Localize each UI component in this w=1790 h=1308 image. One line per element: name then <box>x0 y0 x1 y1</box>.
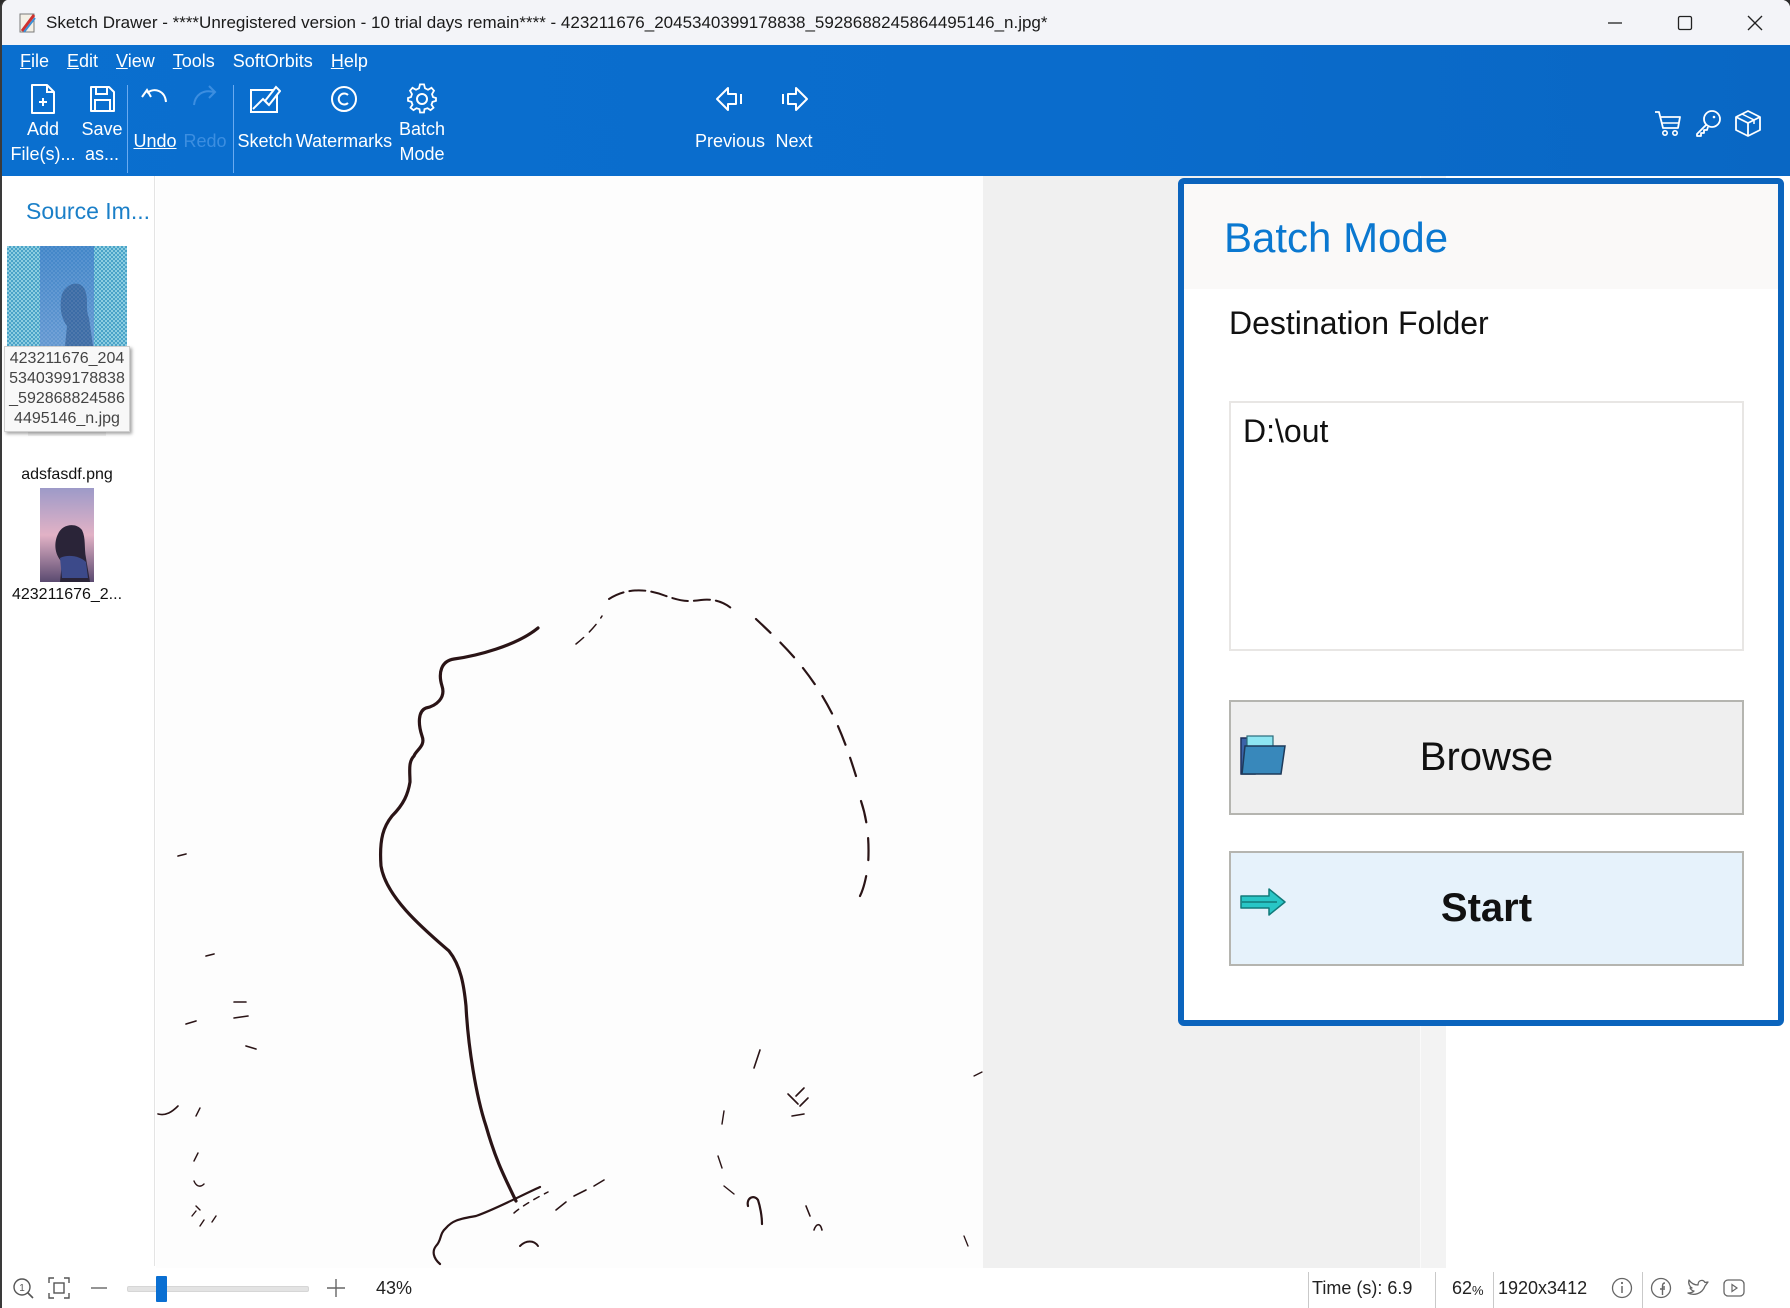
sketch-preview[interactable] <box>156 176 983 1268</box>
facebook-icon[interactable] <box>1650 1268 1672 1308</box>
image-dimensions: 1920x3412 <box>1498 1277 1588 1298</box>
menu-bar: File Edit View Tools SoftOrbits Help <box>20 51 386 72</box>
folder-icon <box>1239 732 1287 790</box>
maximize-icon <box>1677 15 1693 30</box>
filename-tooltip: 423211676_204 5340399178838 _59286882458… <box>4 346 130 432</box>
gear-icon <box>407 83 437 114</box>
app-window: Sketch Drawer - ****Unregistered version… <box>0 0 1790 1308</box>
sketch-icon <box>250 85 281 113</box>
minimize-button[interactable] <box>1580 0 1650 45</box>
close-icon <box>1747 15 1763 30</box>
menu-view[interactable]: View <box>116 51 155 72</box>
batch-mode-button[interactable]: Batch Mode <box>396 83 448 167</box>
source-images-panel: Source Im... adsfasdf.png 423211676_2...… <box>2 176 155 1266</box>
copyright-icon <box>331 86 357 112</box>
zoom-in-button[interactable] <box>326 1268 346 1308</box>
destination-folder-label: Destination Folder <box>1229 305 1489 341</box>
undo-button[interactable]: Undo <box>132 83 178 154</box>
menu-edit[interactable]: Edit <box>67 51 98 72</box>
status-bar: 1 43% Time (s): 6.9 62% 1920x3412 <box>2 1268 1790 1308</box>
fit-screen-icon <box>48 1277 70 1299</box>
redo-button[interactable]: Redo <box>183 83 227 154</box>
maximize-button[interactable] <box>1650 0 1720 45</box>
sketch-button[interactable]: Sketch <box>237 83 293 154</box>
fit-to-window-button[interactable] <box>48 1268 70 1308</box>
menu-file[interactable]: File <box>20 51 49 72</box>
thumbnail-item-selected[interactable] <box>7 246 127 346</box>
actual-size-button[interactable]: 1 <box>12 1268 34 1308</box>
zoom-actual-size-icon: 1 <box>13 1278 34 1299</box>
zoom-percent: 43% <box>376 1277 413 1298</box>
zoom-out-button[interactable] <box>90 1268 108 1308</box>
youtube-icon[interactable] <box>1722 1268 1746 1308</box>
status-divider <box>1435 1272 1436 1308</box>
toolbar-ribbon: File Edit View Tools SoftOrbits Help Add… <box>2 45 1790 176</box>
close-button[interactable] <box>1720 0 1790 45</box>
redo-icon <box>193 85 217 106</box>
twitter-icon[interactable] <box>1686 1268 1710 1308</box>
thumbnail-item[interactable] <box>40 488 94 582</box>
source-images-title: Source Im... <box>26 198 150 224</box>
minimize-icon <box>1608 21 1622 24</box>
box-icon[interactable] <box>1734 109 1762 142</box>
window-title: Sketch Drawer - ****Unregistered version… <box>46 12 1048 32</box>
batch-panel-header: Batch Mode <box>1184 184 1778 289</box>
sketch-drawing <box>157 589 983 1266</box>
cart-icon[interactable] <box>1654 109 1682 142</box>
start-label: Start <box>1440 886 1533 930</box>
browse-button[interactable]: Browse <box>1229 700 1744 815</box>
processing-time: Time (s): 6.9 <box>1312 1277 1413 1298</box>
next-button[interactable]: Next <box>772 83 816 154</box>
undo-icon <box>141 88 167 103</box>
thumbnail-label: 423211676_2... <box>11 586 123 603</box>
thumbnail-image <box>7 246 127 346</box>
app-logo-icon <box>18 12 38 34</box>
add-files-button[interactable]: Add File(s)... <box>11 83 76 167</box>
quality-value: 62% <box>1452 1277 1484 1298</box>
previous-button[interactable]: Previous <box>694 83 766 154</box>
browse-label: Browse <box>1419 735 1554 779</box>
zoom-slider[interactable] <box>127 1286 309 1292</box>
zoom-slider-thumb[interactable] <box>156 1276 168 1302</box>
title-bar: Sketch Drawer - ****Unregistered version… <box>2 0 1790 45</box>
svg-text:1: 1 <box>19 1283 25 1294</box>
status-divider <box>1493 1272 1494 1308</box>
add-file-icon <box>31 84 55 114</box>
next-arrow-icon <box>782 87 808 111</box>
status-divider <box>1642 1272 1643 1308</box>
minus-icon <box>91 1287 107 1289</box>
previous-arrow-icon <box>716 87 742 111</box>
thumbnail-image <box>40 488 94 582</box>
arrow-right-icon <box>1239 883 1287 941</box>
start-button[interactable]: Start <box>1229 851 1744 966</box>
batch-panel-title: Batch Mode <box>1224 214 1449 261</box>
thumbnail-label: adsfasdf.png <box>21 466 113 483</box>
save-icon <box>90 86 115 112</box>
key-icon[interactable] <box>1694 109 1722 142</box>
toolbar-divider <box>127 85 128 173</box>
status-divider <box>1308 1272 1309 1308</box>
toolbar-divider <box>233 85 234 173</box>
menu-tools[interactable]: Tools <box>173 51 215 72</box>
watermarks-button[interactable]: Watermarks <box>296 83 392 154</box>
batch-mode-panel: Batch Mode Destination Folder D:\out Bro… <box>1178 178 1784 1026</box>
destination-folder-input[interactable]: D:\out <box>1229 401 1744 651</box>
info-icon[interactable] <box>1611 1268 1633 1308</box>
plus-icon <box>327 1279 345 1297</box>
save-as-button[interactable]: Save as... <box>80 83 124 167</box>
menu-softorbits[interactable]: SoftOrbits <box>233 51 313 72</box>
menu-help[interactable]: Help <box>331 51 368 72</box>
